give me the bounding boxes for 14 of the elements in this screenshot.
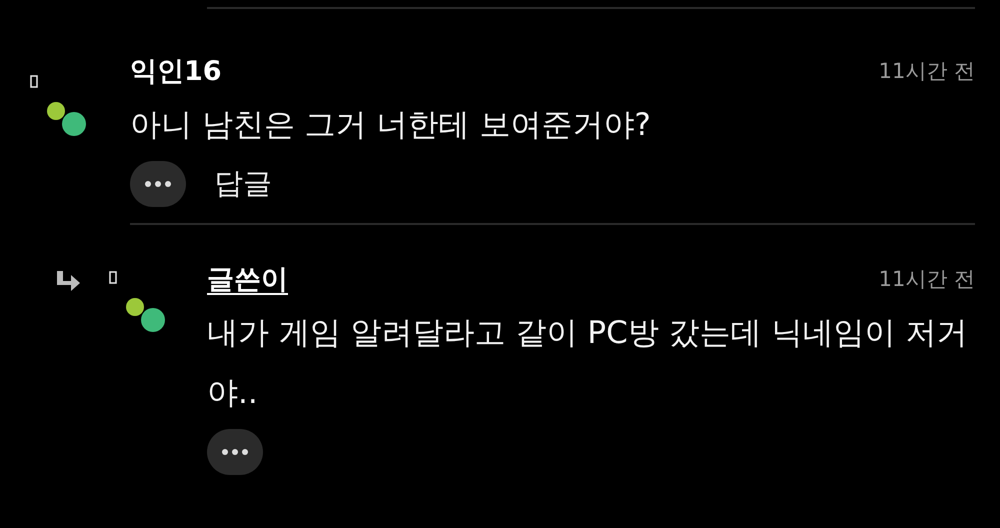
more-icon [222,449,248,455]
author-name[interactable]: 익인16 [130,53,222,89]
comment-text: 아니 남친은 그거 너한테 보여준거야? [130,106,652,145]
avatar-icon [30,75,86,137]
more-button[interactable] [130,161,186,207]
more-icon [145,181,171,187]
comment-text: 내가 게임 알려달라고 같이 PC방 갔는데 닉네임이 저거야.. [207,314,968,413]
reply-arrow-icon [55,271,81,293]
more-button[interactable] [207,429,263,475]
comment-time: 11시간 전 [878,58,975,85]
author-name[interactable]: 글쓴이 [207,261,288,297]
reply-link[interactable]: 답글 [214,164,272,204]
comment-time: 11시간 전 [878,266,975,293]
avatar-icon [109,271,165,333]
